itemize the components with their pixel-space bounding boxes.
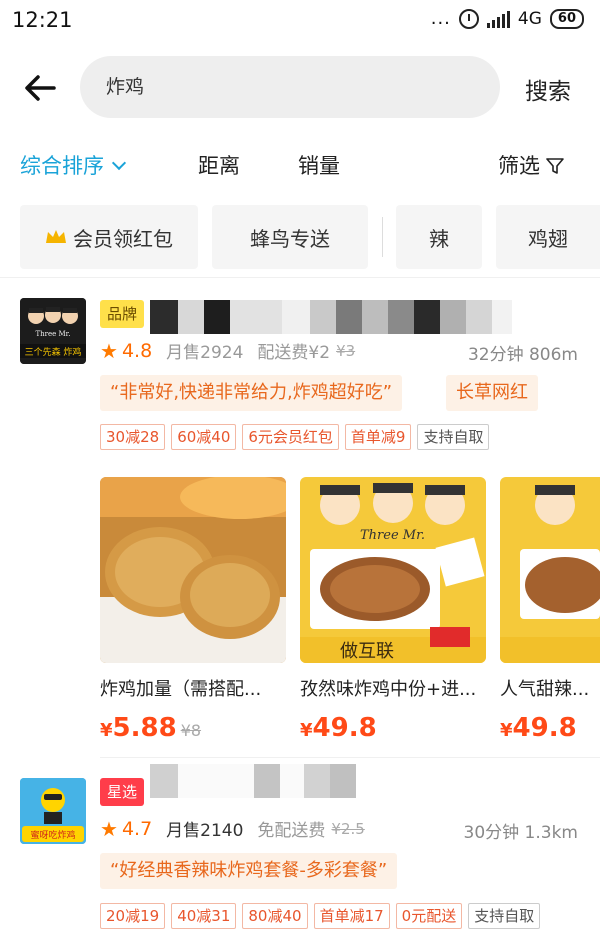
shop-rating: 4.7 <box>121 817 153 840</box>
status-time: 12:21 <box>12 8 73 32</box>
more-dots-icon: ... <box>430 8 451 29</box>
shop-logo: 蜜呀吃炸鸡 <box>20 778 86 844</box>
sort-comprehensive-label: 综合排序 <box>20 154 104 178</box>
shop-rating: 4.8 <box>121 339 153 362</box>
logo-text: 三个先森 炸鸡 <box>25 346 82 358</box>
product-tile[interactable]: 人气甜辣... ¥49.8 <box>500 477 600 743</box>
product-price: ¥49.8 <box>500 713 577 743</box>
alarm-icon <box>458 8 479 29</box>
promo-tag: 支持自取 <box>468 903 541 929</box>
chip-spicy[interactable]: 辣 <box>396 205 482 269</box>
product-image: Three Mr. 做互联 <box>300 477 486 663</box>
shop-name-blurred <box>150 300 512 334</box>
logo-text: 蜜呀吃炸鸡 <box>30 829 75 841</box>
network-type: 4G <box>517 8 542 29</box>
shop-logo: Three Mr. 三个先森 炸鸡 <box>20 298 86 364</box>
shop-tag: 长草网红 <box>446 375 538 411</box>
sort-comprehensive[interactable]: 综合排序 <box>20 150 127 180</box>
crown-icon <box>46 230 66 243</box>
promo-tag: 40减31 <box>171 903 237 929</box>
delivery-fee-old: ¥3 <box>336 341 356 360</box>
delivery-fee-old: ¥2.5 <box>331 819 365 838</box>
promo-tag: 首单减9 <box>344 424 412 450</box>
promotion-list: 30减28 60减40 6元会员红包 首单减9 支持自取 <box>100 424 490 450</box>
status-bar: 12:21 ... 4G 60 <box>0 0 600 44</box>
delivery-fee: 免配送费 <box>257 821 326 841</box>
sort-distance[interactable]: 距离 <box>198 150 240 180</box>
promo-tag: 0元配送 <box>395 903 463 929</box>
status-icons: ... 4G 60 <box>431 8 584 29</box>
product-image <box>100 477 286 663</box>
battery-icon: 60 <box>549 8 584 29</box>
chip-member-redpacket[interactable]: 会员领红包 <box>20 205 198 269</box>
review-quote: “好经典香辣味炸鸡套餐-多彩套餐” <box>100 853 398 889</box>
promo-tag: 首单减17 <box>313 903 390 929</box>
review-quote: “非常好,快递非常给力,炸鸡超好吃” <box>100 375 403 411</box>
filter-label: 筛选 <box>498 154 540 178</box>
chevron-down-icon <box>111 155 127 171</box>
divider <box>100 757 600 758</box>
product-old-price: ¥8 <box>180 721 202 740</box>
search-button[interactable]: 搜索 <box>525 72 571 106</box>
monthly-sales: 月售2140 <box>166 821 244 841</box>
time-distance: 30分钟 1.3km <box>463 823 578 843</box>
box-slogan: 做互联 <box>340 641 394 662</box>
promo-tag: 60减40 <box>171 424 237 450</box>
chip-divider <box>382 217 383 257</box>
filter-chips: 会员领红包 蜂鸟专送 辣 鸡翅 <box>0 205 600 271</box>
product-price: ¥5.88 ¥8 <box>100 713 202 743</box>
sort-bar: 综合排序 距离 销量 筛选 <box>0 140 600 190</box>
shop-name-blurred <box>150 764 356 798</box>
search-box[interactable] <box>80 56 500 118</box>
product-image <box>500 477 600 663</box>
box-text: Three Mr. <box>360 528 425 543</box>
product-price: ¥49.8 <box>300 713 377 743</box>
chip-label: 会员领红包 <box>73 226 173 251</box>
sort-sales[interactable]: 销量 <box>298 150 340 180</box>
signal-icon <box>486 10 510 28</box>
monthly-sales: 月售2924 <box>166 343 244 363</box>
star-icon: ★ <box>100 816 118 841</box>
star-icon: ★ <box>100 338 118 363</box>
chip-wings[interactable]: 鸡翅 <box>496 205 600 269</box>
shop-meta: ★ 4.7 月售2140 免配送费 ¥2.5 <box>100 816 365 842</box>
star-select-badge: 星选 <box>100 778 145 806</box>
shop-meta: ★ 4.8 月售2924 配送费¥2 ¥3 <box>100 338 356 364</box>
search-input[interactable] <box>106 74 486 96</box>
product-tile[interactable]: Three Mr. 做互联 孜然味炸鸡中份+进... ¥49.8 <box>300 477 486 743</box>
promo-tag: 支持自取 <box>417 424 490 450</box>
search-header: 搜索 <box>0 52 600 124</box>
delivery-fee: 配送费¥2 <box>257 343 331 363</box>
shop-logo-image: 蜜呀吃炸鸡 <box>20 778 86 844</box>
filter-button[interactable]: 筛选 <box>498 150 564 180</box>
time-distance: 32分钟 806m <box>467 345 578 365</box>
promo-tag: 80减40 <box>242 903 308 929</box>
back-arrow-icon[interactable] <box>22 70 58 106</box>
shop-logo-image: Three Mr. 三个先森 炸鸡 <box>20 298 86 364</box>
logo-sub-text: Three Mr. <box>35 330 70 338</box>
promo-tag: 6元会员红包 <box>242 424 339 450</box>
promo-tag: 20减19 <box>100 903 166 929</box>
divider <box>0 277 600 278</box>
chip-fengniao[interactable]: 蜂鸟专送 <box>212 205 368 269</box>
product-name: 人气甜辣... <box>500 679 590 700</box>
promotion-list: 20减19 40减31 80减40 首单减17 0元配送 支持自取 <box>100 903 541 929</box>
product-tile[interactable]: 炸鸡加量（需搭配... ¥5.88 ¥8 <box>100 477 286 743</box>
product-name: 孜然味炸鸡中份+进... <box>300 679 477 700</box>
brand-badge: 品牌 <box>100 300 145 328</box>
filter-icon <box>546 158 564 174</box>
product-name: 炸鸡加量（需搭配... <box>100 679 262 700</box>
promo-tag: 30减28 <box>100 424 166 450</box>
